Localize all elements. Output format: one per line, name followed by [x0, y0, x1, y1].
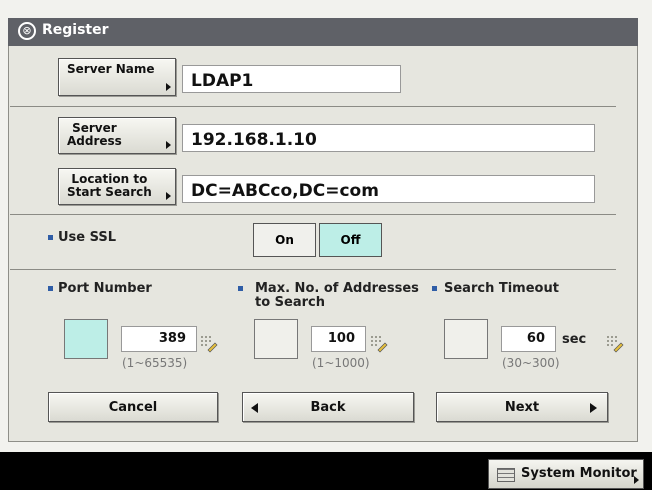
- port-range: (1~65535): [122, 356, 188, 370]
- port-value[interactable]: 389: [121, 326, 197, 352]
- timeout-value[interactable]: 60: [501, 326, 556, 352]
- section-divider: [10, 214, 616, 215]
- arrow-right-icon: [166, 141, 171, 149]
- section-divider: [10, 106, 616, 107]
- location-label: Location to Start Search: [67, 172, 152, 199]
- max-addresses-value[interactable]: 100: [311, 326, 366, 352]
- timeout-label: Search Timeout: [444, 281, 559, 296]
- arrow-right-icon: [590, 403, 597, 413]
- page-title: Register: [42, 22, 109, 38]
- max-addresses-selector[interactable]: [254, 319, 298, 359]
- back-label: Back: [310, 400, 346, 415]
- max-addresses-label: Max. No. of Addresses to Search: [255, 281, 419, 310]
- monitor-icon: [497, 468, 515, 482]
- arrow-right-icon: [634, 476, 639, 484]
- section-divider: [10, 269, 616, 270]
- server-address-field[interactable]: 192.168.1.10: [182, 124, 595, 152]
- port-selector[interactable]: [64, 319, 108, 359]
- server-address-button[interactable]: Server Address: [58, 117, 176, 154]
- bullet-icon: [48, 235, 53, 240]
- server-name-label: Server Name: [67, 62, 155, 76]
- ssl-off-button[interactable]: Off: [319, 223, 382, 257]
- keypad-icon[interactable]: [200, 335, 218, 353]
- title-bar: ⊗ Register: [8, 18, 638, 46]
- keypad-icon[interactable]: [370, 335, 388, 353]
- system-monitor-label: System Monitor: [521, 466, 637, 481]
- timeout-unit: sec: [562, 332, 587, 347]
- ssl-on-button[interactable]: On: [253, 223, 316, 257]
- server-name-button[interactable]: Server Name: [58, 58, 176, 96]
- location-button[interactable]: Location to Start Search: [58, 168, 176, 205]
- timeout-range: (30~300): [502, 356, 560, 370]
- max-addresses-range: (1~1000): [312, 356, 370, 370]
- arrow-right-icon: [166, 83, 171, 91]
- port-label: Port Number: [58, 281, 152, 296]
- bullet-icon: [238, 286, 243, 291]
- keypad-icon[interactable]: [606, 335, 624, 353]
- system-monitor-button[interactable]: System Monitor: [488, 459, 644, 489]
- ssl-toggle-group: On Off: [253, 223, 383, 257]
- bullet-icon: [48, 286, 53, 291]
- server-name-field[interactable]: LDAP1: [182, 65, 401, 93]
- cancel-button[interactable]: Cancel: [48, 392, 218, 422]
- next-button[interactable]: Next: [436, 392, 608, 422]
- arrow-right-icon: [166, 192, 171, 200]
- location-field[interactable]: DC=ABCco,DC=com: [182, 175, 595, 203]
- bullet-icon: [432, 286, 437, 291]
- back-button[interactable]: Back: [242, 392, 414, 422]
- next-label: Next: [504, 400, 540, 415]
- registration-icon: ⊗: [18, 22, 36, 40]
- server-address-label: Server Address: [67, 121, 122, 148]
- ssl-label: Use SSL: [58, 230, 117, 245]
- cancel-label: Cancel: [108, 400, 158, 415]
- timeout-selector[interactable]: [444, 319, 488, 359]
